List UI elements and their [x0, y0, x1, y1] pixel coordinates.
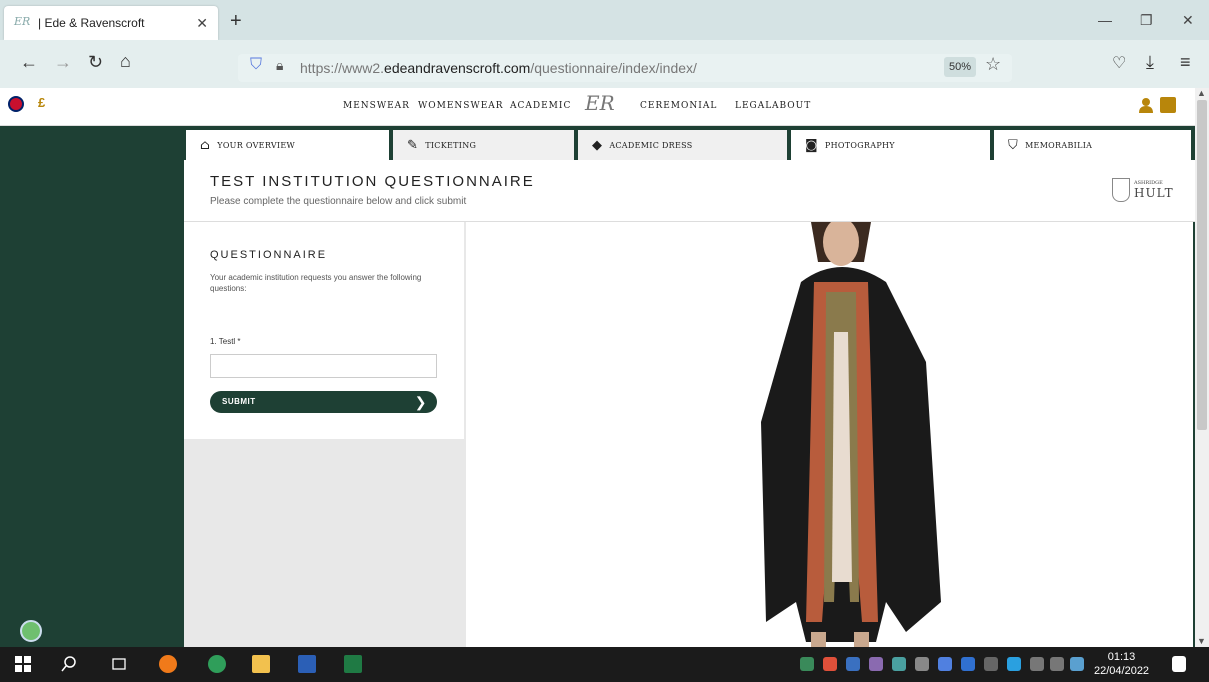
- page-title: TEST INSTITUTION QUESTIONNAIRE: [210, 173, 535, 190]
- tray-app-icon[interactable]: [961, 657, 975, 671]
- wifi-icon[interactable]: [1050, 657, 1064, 671]
- notification-icon[interactable]: [1172, 656, 1186, 672]
- pocket-icon[interactable]: ♡: [1112, 53, 1126, 73]
- tab-label: TICKETING: [425, 140, 477, 150]
- tray-app-icon[interactable]: [846, 657, 860, 671]
- nav-womenswear[interactable]: WOMENSWEAR: [418, 101, 504, 111]
- search-icon[interactable]: [60, 655, 78, 673]
- tab-memorabilia[interactable]: ⛉ MEMORABILIA: [994, 130, 1191, 160]
- page-subtitle: Please complete the questionnaire below …: [210, 196, 467, 207]
- left-margin: [0, 126, 184, 647]
- browser-tab[interactable]: ER | Ede & Ravenscroft ✕: [4, 6, 218, 40]
- tray-app-icon[interactable]: [892, 657, 906, 671]
- tab-photography[interactable]: ◙ PHOTOGRAPHY: [791, 130, 990, 160]
- graduation-cap-icon: ◆: [592, 137, 603, 153]
- minimize-icon[interactable]: —: [1098, 12, 1112, 28]
- tab-label: ACADEMIC DRESS: [609, 140, 693, 150]
- nav-menswear[interactable]: MENSWEAR: [343, 101, 410, 111]
- nav-legal[interactable]: LEGAL: [735, 101, 772, 111]
- home-icon[interactable]: ⌂: [120, 51, 131, 72]
- tab-label: PHOTOGRAPHY: [824, 140, 895, 150]
- battery-icon[interactable]: [984, 657, 998, 671]
- submit-label: SUBMIT: [222, 397, 256, 406]
- tab-label: YOUR OVERVIEW: [217, 140, 296, 150]
- submit-button[interactable]: SUBMIT ❯: [210, 391, 437, 413]
- tray-app-icon[interactable]: [800, 657, 814, 671]
- currency-selector[interactable]: £: [38, 95, 45, 110]
- institution-name: HULT: [1134, 186, 1174, 200]
- accessibility-widget-icon[interactable]: [20, 620, 42, 642]
- download-icon[interactable]: ⤓: [1146, 52, 1154, 73]
- clock-date: 22/04/2022: [1094, 665, 1150, 677]
- file-explorer-icon[interactable]: [252, 655, 270, 673]
- back-icon[interactable]: ←: [20, 52, 38, 73]
- nav-ceremonial[interactable]: CEREMONIAL: [640, 101, 717, 111]
- nav-about[interactable]: ABOUT: [772, 101, 811, 111]
- site-favicon-icon: ER: [14, 15, 31, 28]
- bookmark-star-icon[interactable]: ☆: [985, 54, 1001, 75]
- shopping-bag-icon[interactable]: [1160, 97, 1176, 113]
- gown-model-image: [761, 222, 941, 647]
- tab-label: MEMORABILIA: [1025, 140, 1093, 150]
- restore-icon[interactable]: ❐: [1140, 12, 1153, 29]
- tab-title: | Ede & Ravenscroft: [38, 16, 145, 30]
- clock-time: 01:13: [1107, 651, 1136, 663]
- home-icon: ⌂: [200, 137, 211, 153]
- forward-icon[interactable]: →: [54, 52, 72, 73]
- keyboard-icon[interactable]: [1070, 657, 1084, 671]
- word-icon[interactable]: [298, 655, 316, 673]
- firefox-icon[interactable]: [159, 655, 177, 673]
- scroll-up-icon[interactable]: ▲: [1197, 88, 1206, 98]
- academic-dress-photo: [466, 222, 1193, 647]
- task-view-icon[interactable]: [110, 655, 128, 673]
- excel-icon[interactable]: [344, 655, 362, 673]
- zoom-indicator[interactable]: 50%: [944, 57, 976, 77]
- tray-app-icon[interactable]: [869, 657, 883, 671]
- close-tab-icon[interactable]: ✕: [196, 15, 208, 32]
- tray-app-icon[interactable]: [915, 657, 929, 671]
- uk-flag-icon[interactable]: [8, 96, 24, 112]
- volume-icon[interactable]: [1030, 657, 1044, 671]
- crest-icon: [1112, 178, 1130, 202]
- chevron-right-icon: ❯: [414, 394, 427, 410]
- question-label: 1. Testl *: [210, 337, 241, 346]
- window-close-icon[interactable]: ✕: [1182, 12, 1194, 29]
- url-text[interactable]: https://www2.edeandravenscroft.com/quest…: [300, 60, 697, 76]
- lock-icon[interactable]: 🔒︎: [276, 57, 283, 74]
- tray-app-icon[interactable]: [823, 657, 837, 671]
- site-logo[interactable]: ER: [585, 91, 615, 115]
- institution-logo: ASHRIDGE HULT: [1112, 176, 1174, 204]
- questionnaire-heading: QUESTIONNAIRE: [210, 249, 328, 261]
- tab-your-overview[interactable]: ⌂ YOUR OVERVIEW: [186, 130, 389, 160]
- scroll-down-icon[interactable]: ▼: [1197, 636, 1206, 646]
- questionnaire-description: Your academic institution requests you a…: [210, 273, 422, 293]
- windows-taskbar: [0, 647, 1209, 682]
- nav-academic[interactable]: ACADEMIC: [510, 101, 571, 111]
- reload-icon[interactable]: ↻: [88, 52, 103, 73]
- user-account-icon[interactable]: [1138, 97, 1154, 113]
- bluetooth-icon[interactable]: [938, 657, 952, 671]
- question-answer-input[interactable]: [210, 354, 437, 378]
- windows-start-icon[interactable]: [14, 655, 32, 673]
- tab-ticketing[interactable]: ✎ TICKETING: [393, 130, 574, 160]
- tab-academic-dress[interactable]: ◆ ACADEMIC DRESS: [578, 130, 787, 160]
- camera-icon: ◙: [805, 137, 818, 153]
- taskbar-clock[interactable]: 01:13 22/04/2022: [1094, 650, 1149, 678]
- new-tab-icon[interactable]: +: [230, 10, 242, 33]
- menu-icon[interactable]: ≡: [1180, 52, 1191, 73]
- shield-icon[interactable]: ⛉: [250, 56, 262, 74]
- scrollbar-thumb[interactable]: [1197, 100, 1207, 430]
- ticket-icon: ✎: [407, 137, 419, 153]
- page-title-bar: [184, 160, 1195, 222]
- shield-outline-icon: ⛉: [1008, 137, 1019, 153]
- tray-app-icon[interactable]: [1007, 657, 1021, 671]
- chrome-icon[interactable]: [208, 655, 226, 673]
